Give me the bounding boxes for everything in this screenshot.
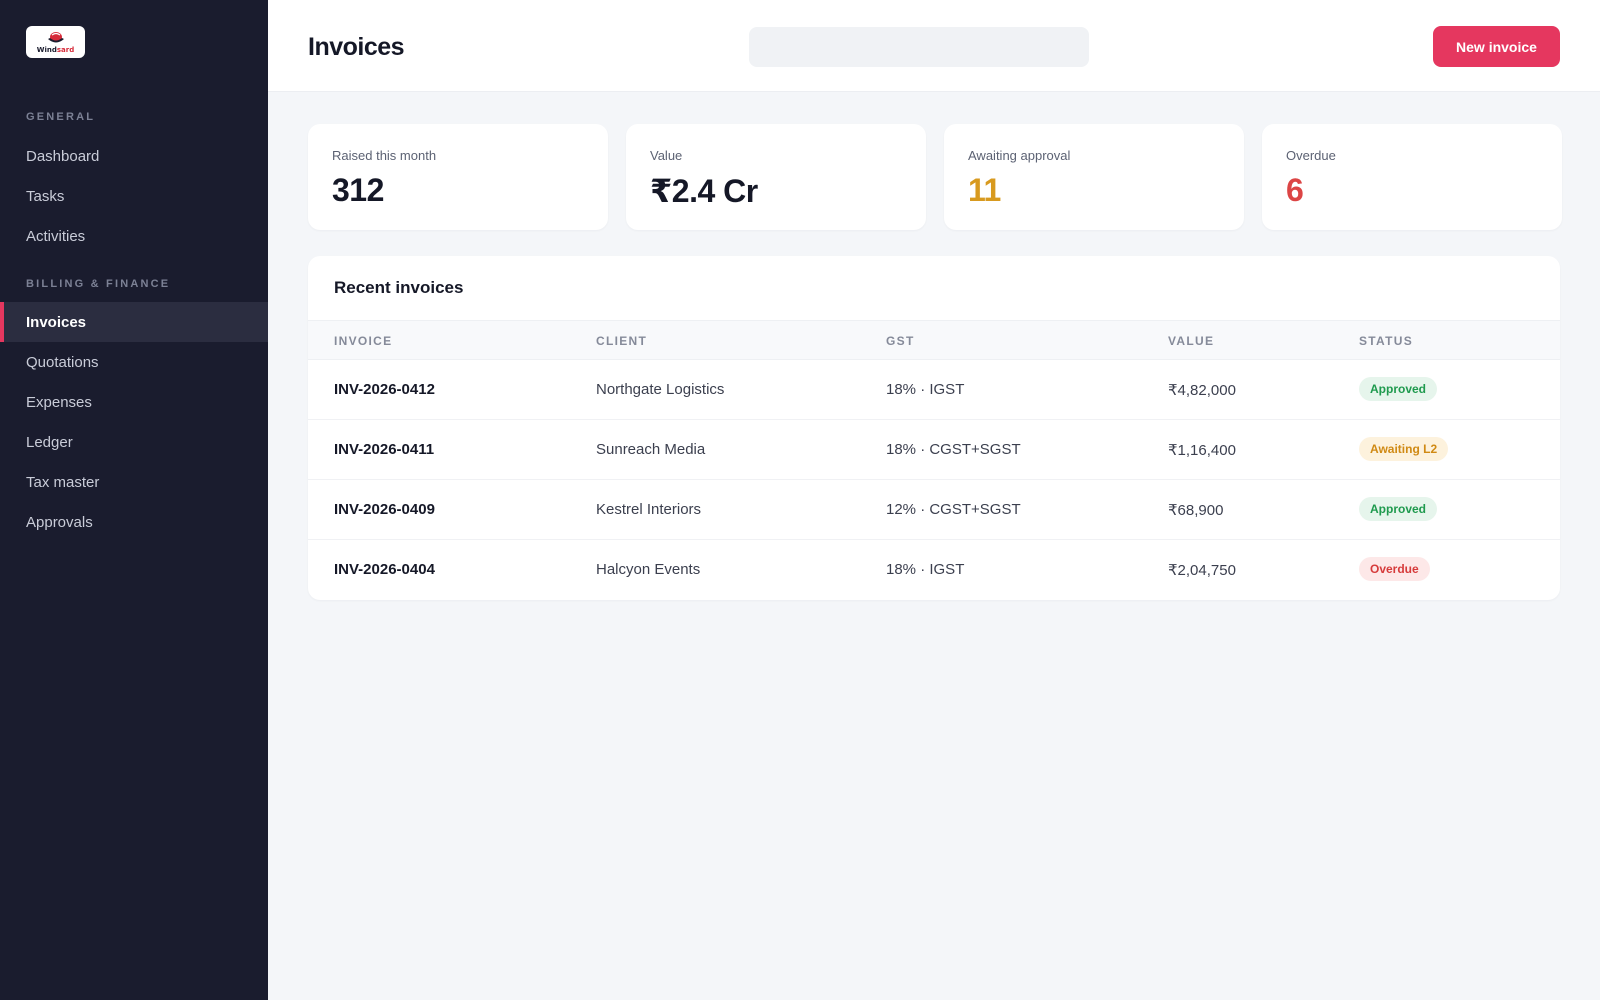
brand-logo[interactable]: Windsard bbox=[26, 26, 85, 58]
stat-card-awaiting: Awaiting approval 11 bbox=[944, 124, 1244, 230]
top-bar: Invoices New invoice bbox=[268, 0, 1600, 92]
stat-value: 6 bbox=[1286, 172, 1304, 208]
logo-text: Windsard bbox=[36, 45, 75, 54]
recent-invoices-card: Recent invoices INVOICE CLIENT GST VALUE… bbox=[308, 256, 1560, 600]
table-row[interactable]: INV-2026-0412 Northgate Logistics 18% · … bbox=[308, 360, 1560, 420]
sidebar-item-approvals[interactable]: Approvals bbox=[0, 502, 268, 542]
search-input[interactable] bbox=[749, 27, 1089, 67]
table-header: INVOICE CLIENT GST VALUE STATUS bbox=[308, 320, 1560, 360]
column-header-status[interactable]: STATUS bbox=[1359, 334, 1413, 348]
stat-value: ₹2.4 Cr bbox=[650, 173, 758, 209]
sidebar-item-tasks[interactable]: Tasks bbox=[0, 176, 268, 216]
column-header-client[interactable]: CLIENT bbox=[596, 334, 647, 348]
sidebar-item-ledger[interactable]: Ledger bbox=[0, 422, 268, 462]
new-invoice-button[interactable]: New invoice bbox=[1433, 26, 1560, 67]
stat-label: Value bbox=[650, 148, 683, 163]
logo-mark-icon bbox=[47, 31, 64, 42]
invoice-number[interactable]: INV-2026-0412 bbox=[334, 381, 435, 398]
table-title: Recent invoices bbox=[334, 278, 464, 297]
sidebar-item-activities[interactable]: Activities bbox=[0, 216, 268, 256]
stat-label: Raised this month bbox=[332, 148, 437, 163]
column-header-value[interactable]: VALUE bbox=[1168, 334, 1214, 348]
page-title: Invoices bbox=[308, 33, 405, 61]
sidebar-section-billing: BILLING & FINANCE bbox=[26, 278, 171, 290]
table-row[interactable]: INV-2026-0409 Kestrel Interiors 12% · CG… bbox=[308, 480, 1560, 540]
gst-info: 18% · IGST bbox=[886, 561, 965, 578]
client-name: Halcyon Events bbox=[596, 561, 701, 578]
invoice-number[interactable]: INV-2026-0411 bbox=[334, 441, 434, 458]
status-badge: Approved bbox=[1359, 377, 1438, 401]
invoice-number[interactable]: INV-2026-0409 bbox=[334, 501, 435, 518]
table-row[interactable]: INV-2026-0411 Sunreach Media 18% · CGST+… bbox=[308, 420, 1560, 480]
sidebar-item-tax-master[interactable]: Tax master bbox=[0, 462, 268, 502]
column-header-invoice[interactable]: INVOICE bbox=[334, 334, 392, 348]
stat-card-raised: Raised this month 312 bbox=[308, 124, 608, 230]
sidebar-item-invoices[interactable]: Invoices bbox=[0, 302, 268, 342]
app: Windsard GENERAL Dashboard Tasks Activit… bbox=[0, 0, 1600, 1000]
stat-card-value: Value ₹2.4 Cr bbox=[626, 124, 926, 230]
invoice-value: ₹68,900 bbox=[1168, 502, 1224, 519]
stat-value: 312 bbox=[332, 172, 384, 208]
status-badge: Awaiting L2 bbox=[1359, 437, 1449, 461]
stat-label: Awaiting approval bbox=[968, 148, 1071, 163]
invoice-value: ₹2,04,750 bbox=[1168, 562, 1236, 579]
stat-label: Overdue bbox=[1286, 148, 1336, 163]
gst-info: 18% · CGST+SGST bbox=[886, 441, 1021, 458]
status-badge: Approved bbox=[1359, 497, 1438, 521]
invoice-value: ₹1,16,400 bbox=[1168, 442, 1236, 459]
sidebar-item-expenses[interactable]: Expenses bbox=[0, 382, 268, 422]
gst-info: 12% · CGST+SGST bbox=[886, 501, 1021, 518]
sidebar-item-dashboard[interactable]: Dashboard bbox=[0, 136, 268, 176]
invoice-value: ₹4,82,000 bbox=[1168, 382, 1236, 399]
stat-value: 11 bbox=[968, 172, 1001, 208]
table-row[interactable]: INV-2026-0404 Halcyon Events 18% · IGST … bbox=[308, 540, 1560, 600]
gst-info: 18% · IGST bbox=[886, 381, 965, 398]
stat-card-overdue: Overdue 6 bbox=[1262, 124, 1562, 230]
client-name: Sunreach Media bbox=[596, 441, 706, 458]
sidebar-section-general: GENERAL bbox=[26, 111, 96, 123]
column-header-gst[interactable]: GST bbox=[886, 334, 915, 348]
status-badge: Overdue bbox=[1359, 557, 1430, 581]
sidebar: Windsard GENERAL Dashboard Tasks Activit… bbox=[0, 0, 268, 1000]
sidebar-item-quotations[interactable]: Quotations bbox=[0, 342, 268, 382]
main-content: Invoices New invoice Raised this month 3… bbox=[268, 0, 1600, 1000]
invoice-number[interactable]: INV-2026-0404 bbox=[334, 561, 435, 578]
client-name: Northgate Logistics bbox=[596, 381, 725, 398]
client-name: Kestrel Interiors bbox=[596, 501, 702, 518]
